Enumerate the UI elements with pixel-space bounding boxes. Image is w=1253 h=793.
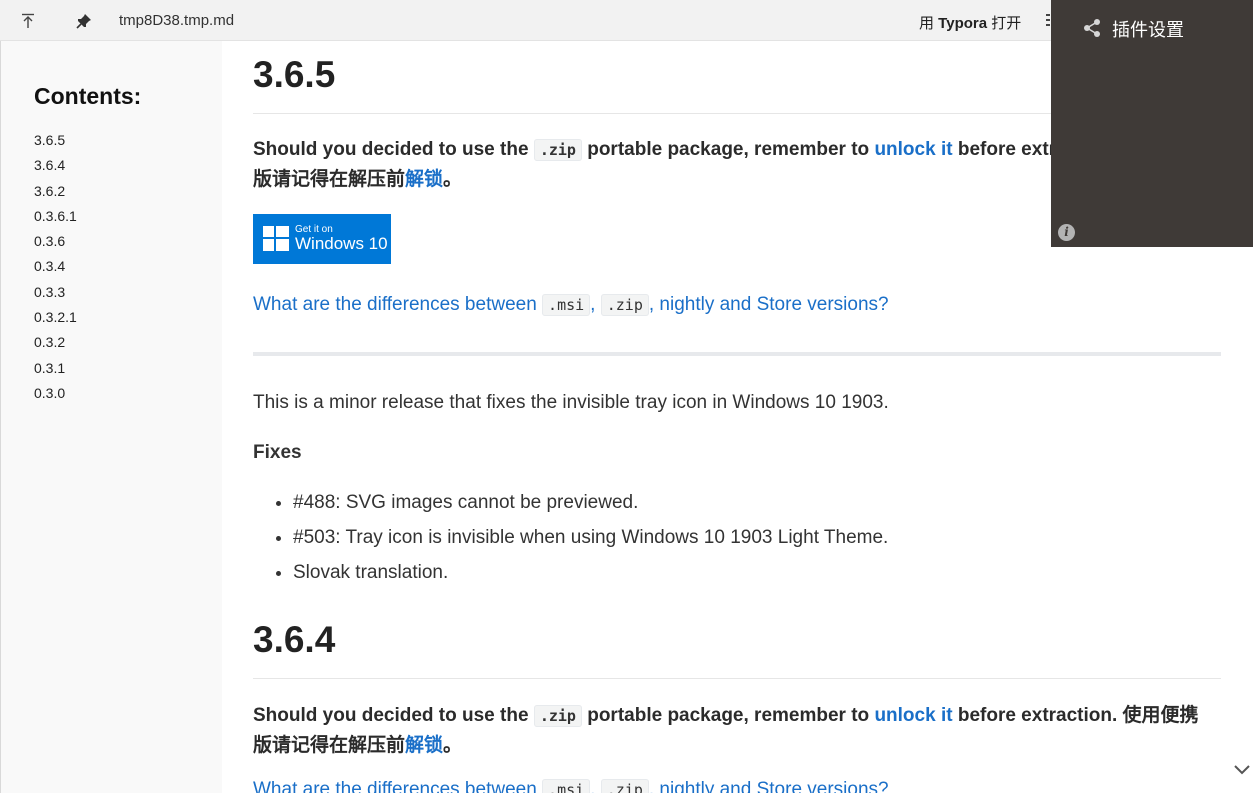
- diff-prefix: What are the differences between: [253, 779, 543, 793]
- unlock-link-cn[interactable]: 解锁: [405, 735, 443, 756]
- toc-title: Contents:: [34, 83, 142, 109]
- toc-item[interactable]: 0.3.2.1: [34, 308, 77, 333]
- zip-mid: portable package, remember to: [581, 139, 875, 160]
- diff-comma: ,: [590, 294, 601, 315]
- release-description: This is a minor release that fixes the i…: [253, 392, 889, 413]
- zip-code: .zip: [533, 705, 582, 727]
- cn-end: 。: [443, 735, 463, 756]
- fixes-title: Fixes: [253, 442, 302, 463]
- unlock-link[interactable]: unlock it: [874, 139, 952, 160]
- list-item: Slovak translation.: [293, 561, 888, 596]
- zip-intro: Should you decided to use the: [253, 705, 534, 726]
- toc-item[interactable]: 0.3.6: [34, 232, 77, 257]
- toc-item[interactable]: 3.6.4: [34, 156, 77, 181]
- chevron-down-icon[interactable]: [1232, 760, 1252, 780]
- toc-item[interactable]: 0.3.3: [34, 283, 77, 308]
- open-prefix: 用: [919, 15, 939, 32]
- msi-code: .msi: [542, 779, 591, 793]
- diff-prefix: What are the differences between: [253, 294, 543, 315]
- toc-item[interactable]: 0.3.0: [34, 384, 77, 409]
- toc-item[interactable]: 3.6.5: [34, 131, 77, 156]
- toc-list: 3.6.5 3.6.4 3.6.2 0.3.6.1 0.3.6 0.3.4 0.…: [34, 131, 77, 409]
- msi-code: .msi: [542, 294, 591, 316]
- versions-difference-link[interactable]: What are the differences between .msi, .…: [253, 779, 889, 793]
- fixes-list: #488: SVG images cannot be previewed. #5…: [277, 491, 888, 596]
- zip-mid: portable package, remember to: [581, 705, 875, 726]
- diff-comma: ,: [590, 779, 601, 793]
- zip-after: before extraction. 使用便携: [952, 705, 1199, 726]
- toc-item[interactable]: 3.6.2: [34, 182, 77, 207]
- pin-icon[interactable]: [71, 8, 97, 34]
- zip-code: .zip: [600, 779, 649, 793]
- toc-item[interactable]: 0.3.6.1: [34, 207, 77, 232]
- section-heading: 3.6.4: [253, 619, 1221, 679]
- cn-line: 版请记得在解压前: [253, 735, 406, 756]
- versions-difference-link[interactable]: What are the differences between .msi, .…: [253, 294, 889, 316]
- zip-intro: Should you decided to use the: [253, 139, 534, 160]
- plugin-settings-panel: 插件设置 i: [1051, 0, 1253, 247]
- info-icon[interactable]: i: [1058, 224, 1075, 241]
- toc-item[interactable]: 0.3.4: [34, 257, 77, 282]
- diff-suffix: , nightly and Store versions?: [648, 779, 889, 793]
- diff-suffix: , nightly and Store versions?: [648, 294, 889, 315]
- toc-item[interactable]: 0.3.1: [34, 359, 77, 384]
- zip-notice: Should you decided to use the .zip porta…: [253, 701, 1228, 761]
- file-name: tmp8D38.tmp.md: [119, 12, 235, 29]
- list-item: #488: SVG images cannot be previewed.: [293, 491, 888, 526]
- plugin-settings-title[interactable]: 插件设置: [1112, 16, 1184, 42]
- zip-code: .zip: [600, 294, 649, 316]
- unlock-link-cn[interactable]: 解锁: [405, 169, 443, 190]
- open-app-name: Typora: [938, 15, 988, 32]
- horizontal-rule: [253, 352, 1221, 356]
- open-suffix: 打开: [987, 15, 1022, 32]
- badge-big-text: Windows 10: [295, 234, 388, 253]
- windows-logo-icon: [263, 226, 289, 251]
- zip-code: .zip: [533, 139, 582, 161]
- windows-store-badge[interactable]: Get it on Windows 10: [253, 214, 391, 264]
- unlock-link[interactable]: unlock it: [874, 705, 952, 726]
- cn-line: 版请记得在解压前: [253, 169, 406, 190]
- toc-sidebar: Contents: 3.6.5 3.6.4 3.6.2 0.3.6.1 0.3.…: [0, 41, 222, 793]
- list-item: #503: Tray icon is invisible when using …: [293, 526, 888, 561]
- open-with-typora-button[interactable]: 用 Typora 打开: [919, 12, 1021, 33]
- share-icon[interactable]: [1082, 18, 1102, 43]
- arrow-up-icon[interactable]: [15, 8, 41, 34]
- toc-item[interactable]: 0.3.2: [34, 333, 77, 358]
- cn-end: 。: [443, 169, 463, 190]
